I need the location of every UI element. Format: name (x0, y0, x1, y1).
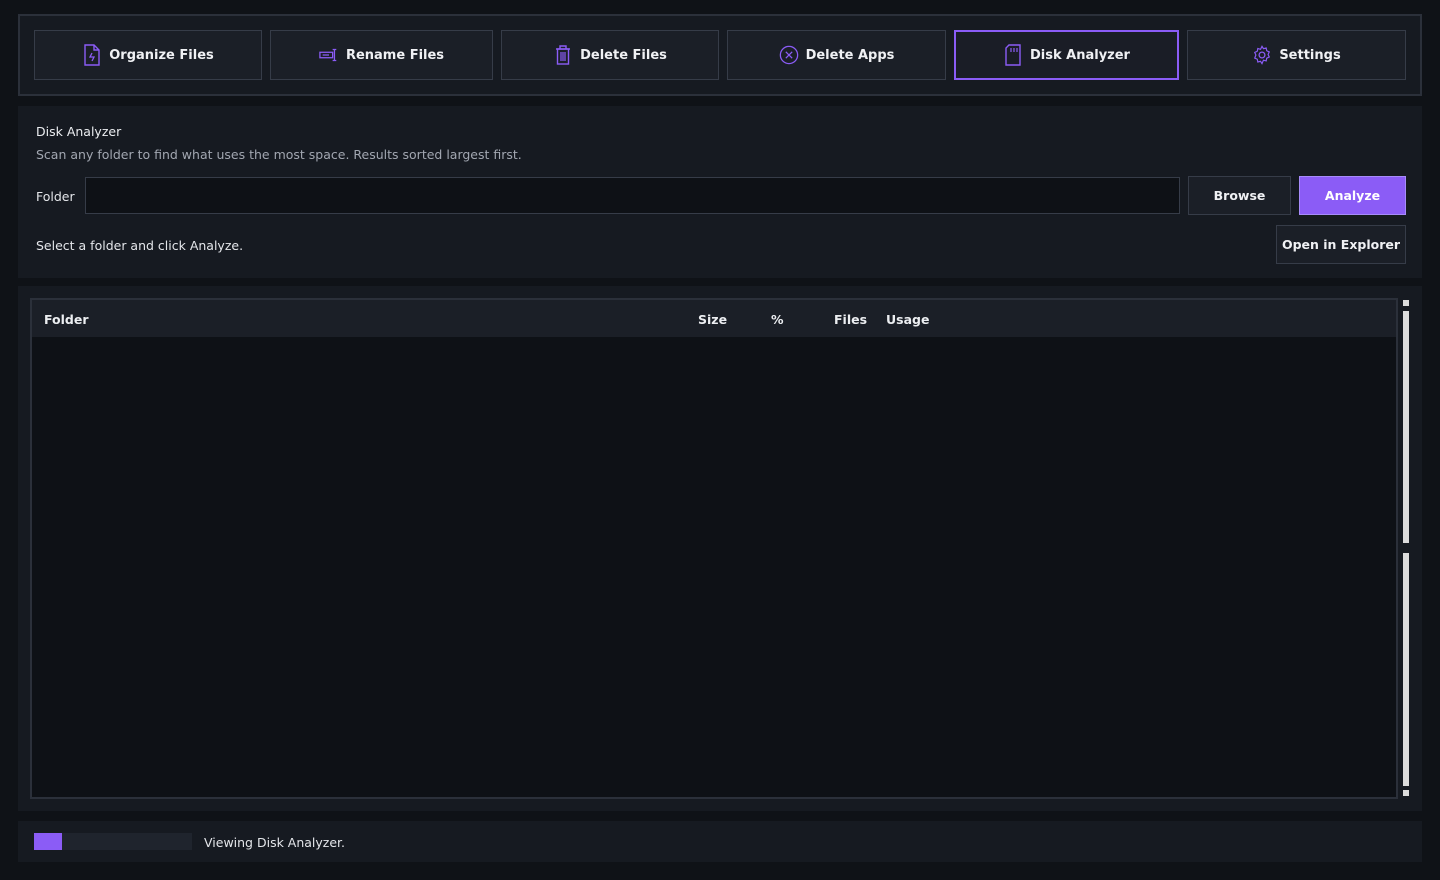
open-in-explorer-button[interactable]: Open in Explorer (1276, 225, 1406, 264)
results-panel: Folder Size % Files Usage (18, 286, 1422, 811)
table-header: Folder Size % Files Usage (32, 300, 1396, 337)
file-organize-icon (82, 44, 102, 66)
column-header-percent[interactable]: % (771, 312, 784, 327)
tab-settings[interactable]: Settings (1187, 30, 1406, 80)
scrollbar-track-upper[interactable] (1403, 311, 1409, 543)
analyzer-hint: Select a folder and click Analyze. (36, 238, 244, 253)
disk-analyzer-panel: Disk Analyzer Scan any folder to find wh… (18, 106, 1422, 278)
status-bar: Viewing Disk Analyzer. (18, 821, 1422, 862)
column-header-files[interactable]: Files (834, 312, 867, 327)
gear-icon (1252, 44, 1272, 66)
progress-bar (34, 833, 192, 850)
sd-card-icon (1003, 44, 1023, 66)
results-table: Folder Size % Files Usage (30, 298, 1398, 799)
status-text: Viewing Disk Analyzer. (204, 835, 346, 850)
tab-label: Organize Files (109, 47, 214, 63)
tab-label: Delete Apps (805, 47, 895, 63)
tab-delete-apps[interactable]: Delete Apps (727, 30, 946, 80)
column-header-folder[interactable]: Folder (44, 312, 89, 327)
scroll-down-arrow[interactable] (1403, 790, 1409, 796)
progress-fill (34, 833, 63, 850)
folder-label: Folder (36, 189, 75, 204)
analyze-button[interactable]: Analyze (1299, 176, 1406, 215)
scroll-up-arrow[interactable] (1403, 300, 1409, 306)
browse-button[interactable]: Browse (1188, 176, 1291, 215)
trash-icon (553, 44, 573, 66)
table-scrollbar[interactable] (1400, 298, 1412, 799)
column-header-size[interactable]: Size (698, 312, 727, 327)
rename-icon (319, 44, 339, 66)
tab-label: Delete Files (580, 47, 667, 63)
circle-x-icon (779, 44, 799, 66)
panel-subtitle: Scan any folder to find what uses the mo… (36, 147, 522, 162)
tab-rename-files[interactable]: Rename Files (270, 30, 493, 80)
tab-bar: Organize Files Rename Files Delete Files… (18, 14, 1422, 96)
tab-label: Settings (1279, 47, 1341, 63)
tab-label: Rename Files (345, 47, 445, 63)
tab-organize-files[interactable]: Organize Files (34, 30, 262, 80)
column-header-usage[interactable]: Usage (886, 312, 929, 327)
tab-delete-files[interactable]: Delete Files (501, 30, 719, 80)
panel-title: Disk Analyzer (36, 124, 122, 139)
tab-disk-analyzer[interactable]: Disk Analyzer (954, 30, 1179, 80)
scrollbar-thumb[interactable] (1403, 553, 1409, 786)
folder-input[interactable] (85, 177, 1180, 214)
tab-label: Disk Analyzer (1030, 47, 1130, 63)
